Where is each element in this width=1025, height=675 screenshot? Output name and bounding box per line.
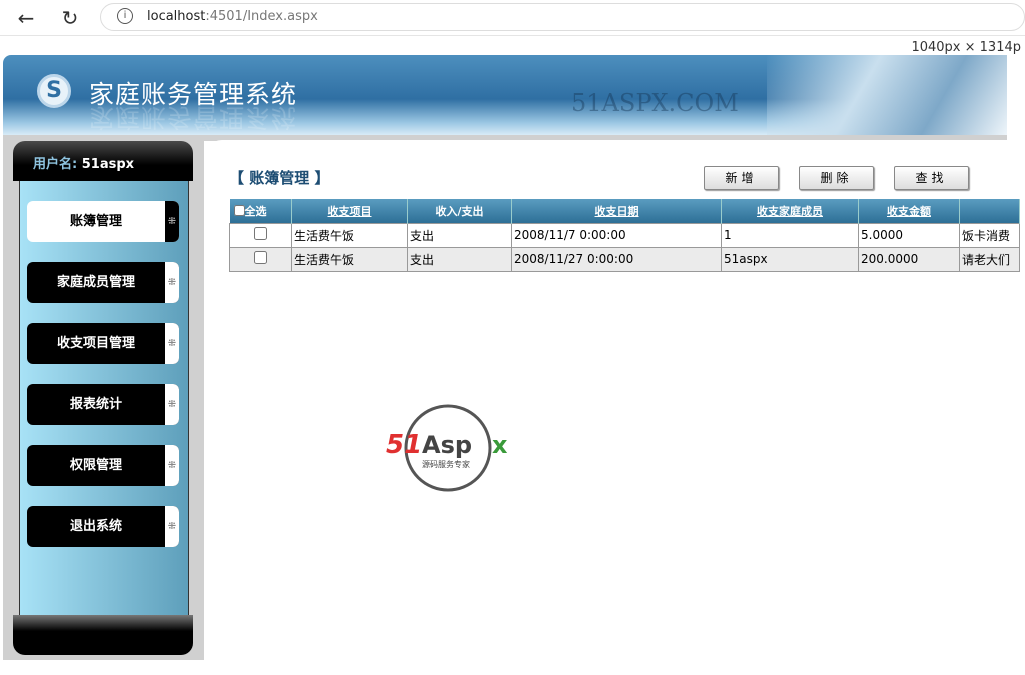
cell-date: 2008/11/7 0:00:00 — [511, 222, 722, 248]
cell-item: 生活费午饭 — [291, 222, 408, 248]
sidebar-item-reports[interactable]: 报表统计 ⁜ — [27, 384, 179, 425]
back-icon[interactable]: ← — [14, 6, 38, 30]
svg-text:源码服务专家: 源码服务专家 — [422, 459, 470, 469]
ledger-table: 全选 收支项目 收入/支出 收支日期 收支家庭成员 收支金额 生活费午饭 支出 … — [229, 199, 1020, 272]
grip-icon: ⁜ — [165, 323, 179, 364]
sidebar-item-label: 报表统计 — [69, 397, 122, 412]
select-all[interactable]: 全选 — [229, 199, 292, 223]
sort-link[interactable]: 收支项目 — [328, 205, 372, 218]
reload-icon[interactable]: ↻ — [58, 6, 82, 30]
logo-icon: S — [37, 74, 71, 108]
table-header: 全选 收支项目 收入/支出 收支日期 收支家庭成员 收支金额 — [229, 199, 1020, 223]
cell-member: 1 — [721, 222, 859, 248]
table-row: 生活费午饭 支出 2008/11/27 0:00:00 51aspx 200.0… — [229, 246, 1020, 272]
search-button[interactable]: 查找 — [894, 166, 969, 190]
svg-text:x: x — [492, 431, 508, 459]
select-all-checkbox[interactable] — [233, 204, 245, 216]
cell-item: 生活费午饭 — [291, 246, 408, 272]
svg-text:51: 51 — [386, 430, 422, 460]
browser-toolbar: ← ↻ i localhost:4501/Index.aspx — [0, 0, 1025, 36]
watermark-logo: 51 Asp x 源码服务专家 — [386, 404, 508, 492]
grip-icon: ⁜ — [165, 201, 179, 242]
row-checkbox[interactable] — [254, 227, 267, 240]
row-select[interactable] — [229, 246, 292, 272]
sidebar-item-family-members[interactable]: 家庭成员管理 ⁜ — [27, 262, 179, 303]
sidebar-menu: 账簿管理 ⁜ 家庭成员管理 ⁜ 收支项目管理 ⁜ 报表统计 ⁜ 权限管理 ⁜ 退出系统 ⁜ — [19, 181, 189, 616]
sidebar-item-label: 退出系统 — [69, 519, 122, 534]
grip-icon: ⁜ — [165, 506, 179, 547]
page-header: S 家庭账务管理系统 家庭账务管理系统 51ASPX.COM — [3, 55, 1007, 135]
url-path: :4501/Index.aspx — [205, 9, 318, 24]
address-bar[interactable]: i localhost:4501/Index.aspx — [100, 3, 1025, 31]
grip-icon: ⁜ — [165, 262, 179, 303]
sidebar-item-label: 权限管理 — [69, 458, 122, 473]
main-content: 【 账簿管理 】 新增 删除 查找 全选 收支项目 收入/支出 收支日期 收支家… — [204, 140, 1020, 660]
cell-amount: 200.0000 — [858, 246, 960, 272]
username: 51aspx — [81, 157, 135, 172]
sidebar-item-categories[interactable]: 收支项目管理 ⁜ — [27, 323, 179, 364]
grip-icon: ⁜ — [165, 384, 179, 425]
row-select[interactable] — [229, 222, 292, 248]
header-watermark: 51ASPX.COM — [571, 89, 739, 117]
sidebar-item-permissions[interactable]: 权限管理 ⁜ — [27, 445, 179, 486]
sort-link[interactable]: 收支家庭成员 — [757, 205, 823, 218]
col-amount[interactable]: 收支金额 — [858, 199, 960, 223]
grip-icon: ⁜ — [165, 445, 179, 486]
row-checkbox[interactable] — [254, 251, 267, 264]
sidebar-footer — [13, 615, 193, 655]
select-all-label: 全选 — [244, 204, 267, 218]
cell-date: 2008/11/27 0:00:00 — [511, 246, 722, 272]
sidebar-item-label: 家庭成员管理 — [56, 275, 135, 290]
col-type: 收入/支出 — [407, 199, 512, 223]
sort-link[interactable]: 收支金额 — [887, 205, 931, 218]
col-note — [959, 199, 1020, 223]
section-title: 【 账簿管理 】 — [229, 169, 330, 187]
add-button[interactable]: 新增 — [704, 166, 779, 190]
table-row: 生活费午饭 支出 2008/11/7 0:00:00 1 5.0000 饭卡消费 — [229, 222, 1020, 248]
cell-member: 51aspx — [721, 246, 859, 272]
col-date[interactable]: 收支日期 — [511, 199, 722, 223]
cell-type: 支出 — [407, 222, 512, 248]
user-info: 用户名: 51aspx — [13, 141, 193, 181]
col-member[interactable]: 收支家庭成员 — [721, 199, 859, 223]
cell-note: 请老大们 — [959, 246, 1020, 272]
app-title-reflection: 家庭账务管理系统 — [89, 103, 298, 132]
cell-type: 支出 — [407, 246, 512, 272]
cell-note: 饭卡消费 — [959, 222, 1020, 248]
col-item[interactable]: 收支项目 — [291, 199, 408, 223]
sidebar: 用户名: 51aspx 账簿管理 ⁜ 家庭成员管理 ⁜ 收支项目管理 ⁜ 报表统计 ⁜ … — [3, 140, 204, 660]
user-label: 用户名: — [33, 157, 78, 172]
sidebar-item-label: 收支项目管理 — [56, 336, 135, 351]
sidebar-item-ledger[interactable]: 账簿管理 ⁜ — [27, 201, 179, 242]
url-host: localhost — [147, 9, 206, 24]
svg-text:Asp: Asp — [422, 431, 472, 459]
sidebar-item-label: 账簿管理 — [69, 214, 122, 229]
info-icon[interactable]: i — [117, 8, 133, 24]
header-decoration — [767, 55, 1007, 135]
sort-link[interactable]: 收支日期 — [595, 205, 639, 218]
delete-button[interactable]: 删除 — [799, 166, 874, 190]
sidebar-item-logout[interactable]: 退出系统 ⁜ — [27, 506, 179, 547]
dimensions-tooltip: 1040px × 1314p — [907, 40, 1025, 55]
cell-amount: 5.0000 — [858, 222, 960, 248]
